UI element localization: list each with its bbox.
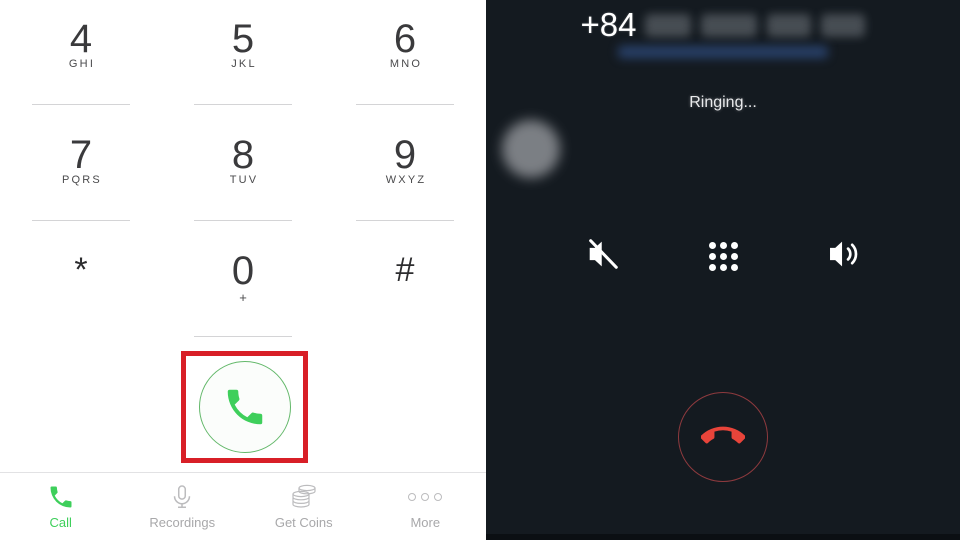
call-status-text: Ringing... xyxy=(689,94,757,111)
three-dots-icon xyxy=(408,481,443,513)
dial-key-0[interactable]: 0 + xyxy=(162,234,324,334)
end-call-button[interactable] xyxy=(678,392,768,482)
dial-key-plus: + xyxy=(239,290,247,305)
dial-key-6[interactable]: 6 MNO xyxy=(324,2,486,102)
divider-line xyxy=(356,336,454,337)
phone-handset-icon xyxy=(47,481,75,513)
dial-key-digit: 4 xyxy=(69,17,93,61)
dial-key-digit: 8 xyxy=(231,133,255,177)
call-action-row xyxy=(486,228,960,284)
dial-key-letters: JKL xyxy=(231,58,257,70)
keypad-button[interactable] xyxy=(663,228,783,284)
dialpad-row-2: 4 GHI 5 JKL 6 MNO xyxy=(0,2,486,102)
dial-key-digit: 6 xyxy=(393,17,417,61)
dial-key-digit: * xyxy=(74,251,88,289)
divider-line xyxy=(194,220,292,221)
dial-key-digit: 0 xyxy=(231,249,255,293)
tab-label: Get Coins xyxy=(274,515,333,530)
divider-line xyxy=(356,220,454,221)
dial-key-letters: WXYZ xyxy=(385,174,427,186)
in-call-panel: +84 Ringing... xyxy=(486,0,960,540)
avatar xyxy=(502,120,560,178)
dialpad-divider xyxy=(0,336,486,337)
divider-line xyxy=(32,220,130,221)
divider-line xyxy=(356,104,454,105)
dial-key-star[interactable]: * xyxy=(0,234,162,334)
dialpad-divider xyxy=(0,104,486,105)
dial-key-digit: 7 xyxy=(69,133,93,177)
coin-stack-icon xyxy=(287,481,321,513)
dial-key-letters: MNO xyxy=(389,58,423,70)
phone-handset-icon xyxy=(222,384,268,430)
tab-label: Call xyxy=(49,515,72,530)
dial-key-letters: GHI xyxy=(68,58,96,70)
dial-key-4[interactable]: 4 GHI xyxy=(0,2,162,102)
microphone-icon xyxy=(168,481,196,513)
dialpad-row-symbols: * 0 + # xyxy=(0,234,486,334)
tab-more[interactable]: More xyxy=(365,473,487,540)
divider-line xyxy=(194,336,292,337)
redacted-subtitle xyxy=(618,46,828,58)
tab-get-coins[interactable]: Get Coins xyxy=(243,473,365,540)
comparison-screenshot: 4 GHI 5 JKL 6 MNO 7 PQRS 8 TUV 9 WXYZ * … xyxy=(0,0,960,540)
tab-label: Recordings xyxy=(149,515,216,530)
tab-recordings[interactable]: Recordings xyxy=(122,473,244,540)
dial-key-9[interactable]: 9 WXYZ xyxy=(324,118,486,218)
callee-number: +84 xyxy=(486,6,960,44)
dial-key-digit: 9 xyxy=(393,133,417,177)
mute-button[interactable] xyxy=(543,228,663,284)
speaker-button[interactable] xyxy=(783,228,903,284)
dialpad-row-3: 7 PQRS 8 TUV 9 WXYZ xyxy=(0,118,486,218)
dial-key-7[interactable]: 7 PQRS xyxy=(0,118,162,218)
dialpad: 4 GHI 5 JKL 6 MNO 7 PQRS 8 TUV 9 WXYZ * … xyxy=(0,0,486,340)
keypad-grid-icon xyxy=(708,241,738,271)
bottom-tab-bar: Call Recordings Get Coins More xyxy=(0,473,486,540)
divider-line xyxy=(32,336,130,337)
country-code: +84 xyxy=(580,6,637,43)
end-call-handset-icon xyxy=(701,415,745,459)
call-button-highlight-box xyxy=(181,351,308,463)
divider-line xyxy=(32,104,130,105)
speaker-on-icon xyxy=(823,235,863,278)
dial-key-5[interactable]: 5 JKL xyxy=(162,2,324,102)
dialer-panel: 4 GHI 5 JKL 6 MNO 7 PQRS 8 TUV 9 WXYZ * … xyxy=(0,0,486,540)
dial-key-digit: # xyxy=(395,251,415,289)
redacted-phone-number xyxy=(645,13,866,37)
divider-line xyxy=(194,104,292,105)
dial-key-hash[interactable]: # xyxy=(324,234,486,334)
speaker-mute-icon xyxy=(584,235,622,278)
dial-key-letters: TUV xyxy=(229,174,259,186)
tab-label: More xyxy=(410,515,441,530)
dialpad-divider xyxy=(0,220,486,221)
call-button[interactable] xyxy=(198,361,291,453)
dial-key-8[interactable]: 8 TUV xyxy=(162,118,324,218)
dial-key-digit: 5 xyxy=(231,17,255,61)
tab-call[interactable]: Call xyxy=(0,473,122,540)
dial-key-letters: PQRS xyxy=(62,174,102,186)
